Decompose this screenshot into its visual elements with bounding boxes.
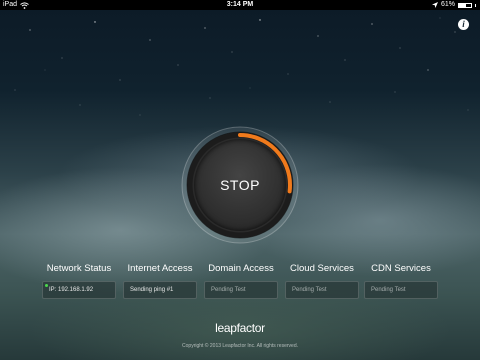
- test-cloud-services: Cloud Services Pending Test: [285, 263, 359, 299]
- battery-percent: 61%: [440, 1, 455, 8]
- test-label: Domain Access: [208, 263, 274, 274]
- test-label: Internet Access: [127, 263, 193, 274]
- test-result-text: Pending Test: [211, 287, 246, 293]
- test-result-text: Pending Test: [371, 287, 406, 293]
- test-label: Network Status: [46, 263, 112, 274]
- status-time: 3:14 PM: [226, 1, 254, 8]
- test-result-field: Pending Test: [364, 281, 438, 299]
- stop-button[interactable]: STOP: [194, 139, 286, 231]
- test-list: Network Status IP: 192.168.1.92 Internet…: [42, 263, 438, 303]
- test-label: CDN Services: [371, 263, 431, 274]
- test-result-field: Pending Test: [285, 281, 359, 299]
- brand-logo: leapfactor: [215, 321, 265, 335]
- location-arrow-icon: [431, 2, 438, 8]
- test-result-field: Pending Test: [204, 281, 278, 299]
- info-icon[interactable]: i: [458, 19, 469, 30]
- test-internet-access: Internet Access Sending ping #1: [123, 263, 197, 299]
- test-result-text: IP: 192.168.1.92: [49, 287, 94, 293]
- status-indicator-dot: [45, 284, 48, 287]
- test-result-text: Pending Test: [292, 287, 327, 293]
- test-label: Cloud Services: [290, 263, 354, 274]
- status-bar: iPad 3:14 PM 61%: [0, 0, 480, 10]
- battery-level-fill: [459, 3, 467, 7]
- test-result-field: Sending ping #1: [123, 281, 197, 299]
- test-cdn-services: CDN Services Pending Test: [364, 263, 438, 299]
- test-result-field: IP: 192.168.1.92: [42, 281, 116, 299]
- test-network-status: Network Status IP: 192.168.1.92: [42, 263, 116, 299]
- progress-dial: STOP: [180, 125, 300, 245]
- battery-icon: [458, 2, 472, 8]
- test-domain-access: Domain Access Pending Test: [204, 263, 278, 299]
- copyright-text: Copyright © 2013 Leapfactor Inc. All rig…: [182, 343, 298, 349]
- battery-tip: [475, 3, 476, 7]
- test-result-text: Sending ping #1: [130, 287, 174, 293]
- status-bar-right: 61%: [431, 0, 476, 10]
